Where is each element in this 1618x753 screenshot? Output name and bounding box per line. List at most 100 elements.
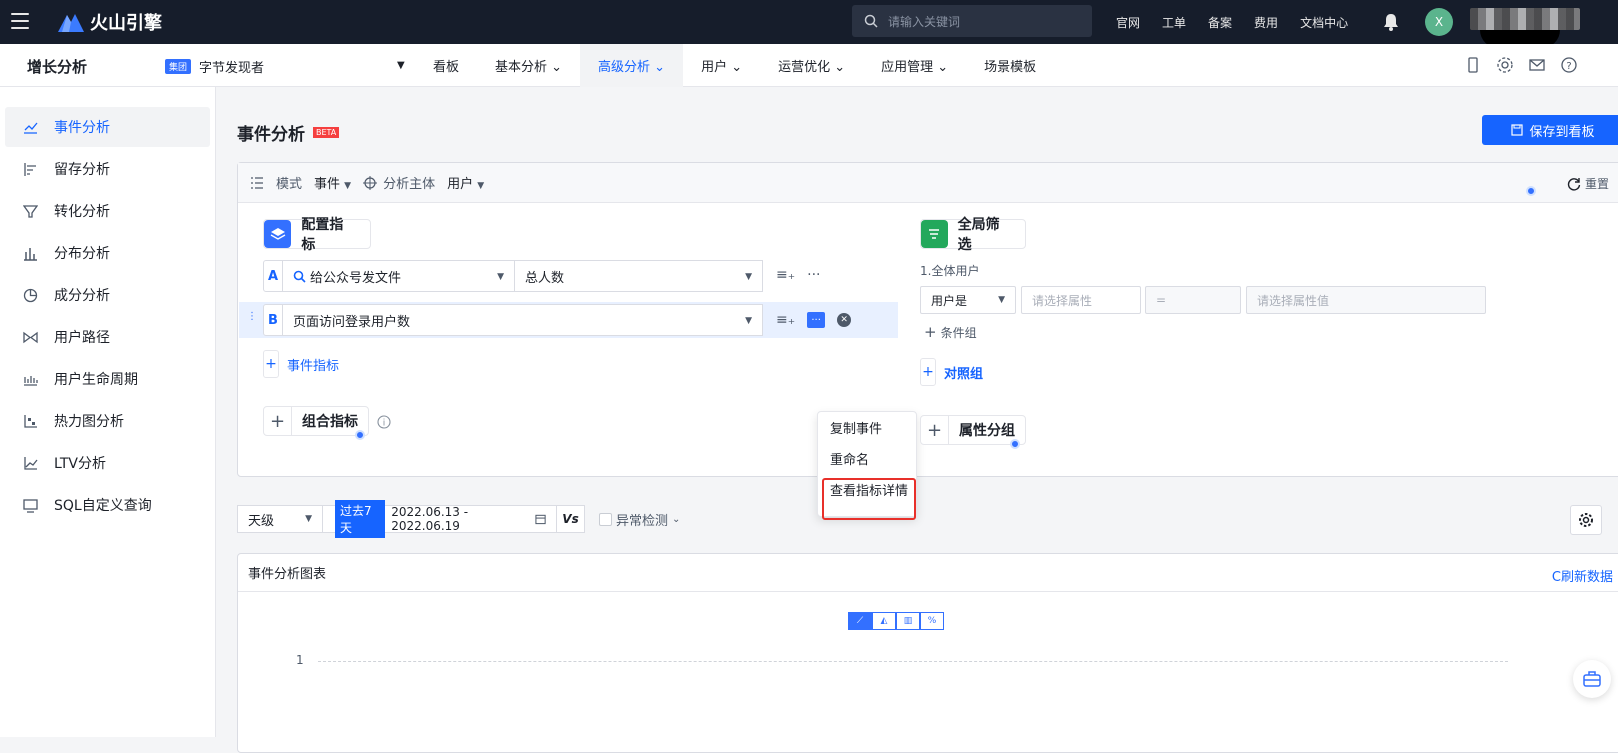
global-search-input[interactable]: 请输入关键词: [852, 5, 1092, 37]
sidebar-item-distribution[interactable]: 分布分析: [5, 233, 210, 273]
bell-icon[interactable]: [1383, 13, 1399, 31]
nav-basic-analysis[interactable]: 基本分析 ⌄: [477, 44, 580, 87]
caret-down-icon: ▼: [998, 295, 1005, 305]
caret-down-icon: ▼: [497, 272, 504, 282]
tour-hint-dot[interactable]: [1526, 186, 1536, 196]
sidebar-item-retention[interactable]: 留存分析: [5, 149, 210, 189]
anomaly-detection-toggle[interactable]: 异常检测 ⌄: [599, 510, 680, 529]
filter-value-select[interactable]: 请选择属性值: [1246, 286, 1486, 314]
caret-down-icon: ▼: [477, 181, 485, 191]
project-selector[interactable]: 集团 字节发现者: [165, 57, 264, 76]
sidebar-item-user-lifecycle[interactable]: 用户生命周期: [5, 359, 210, 399]
sidebar-item-heatmap[interactable]: 热力图分析: [5, 401, 210, 441]
caret-down-icon[interactable]: ▼: [397, 60, 405, 71]
mode-select[interactable]: 事件 ▼: [314, 173, 351, 192]
date-range-picker[interactable]: 过去7天 2022.06.13 - 2022.06.19: [323, 500, 557, 538]
search-icon: [864, 14, 878, 28]
caret-down-icon: ▼: [305, 514, 312, 524]
hamburger-menu-icon[interactable]: [11, 13, 29, 29]
sidebar-item-label: 用户生命周期: [54, 372, 138, 388]
bar-chart-icon[interactable]: ▥: [896, 612, 920, 630]
granularity-select[interactable]: 天级 ▼: [237, 505, 323, 533]
filter-add-icon[interactable]: ≡₊: [776, 312, 795, 328]
group-badge: 集团: [165, 59, 192, 74]
nav-operations[interactable]: 运营优化 ⌄: [760, 44, 863, 87]
heatmap-icon: [24, 414, 37, 428]
lifecycle-icon: [24, 375, 38, 386]
plus-icon: +: [264, 407, 292, 435]
nav-users[interactable]: 用户 ⌄: [683, 44, 760, 87]
save-to-dashboard-button[interactable]: 保存到看板: [1482, 115, 1618, 145]
sidebar-item-sql[interactable]: SQL自定义查询: [5, 485, 210, 525]
gear-icon: [1579, 513, 1593, 527]
tour-hint-dot[interactable]: [355, 430, 365, 440]
caret-down-icon: ▼: [745, 272, 752, 282]
link-official-site[interactable]: 官网: [1116, 14, 1140, 31]
more-icon[interactable]: ···: [807, 267, 820, 283]
range-tag: 过去7天: [335, 500, 386, 538]
compare-group-button[interactable]: + 对照组: [920, 358, 983, 386]
mail-icon[interactable]: [1528, 56, 1546, 74]
info-icon[interactable]: i: [377, 415, 391, 429]
combo-metric-button[interactable]: + 组合指标: [263, 406, 369, 436]
anomaly-checkbox[interactable]: [599, 512, 612, 526]
measure-name: 总人数: [525, 270, 565, 286]
link-filing[interactable]: 备案: [1208, 14, 1232, 31]
more-icon[interactable]: ···: [807, 312, 826, 328]
subject-select[interactable]: 用户 ▼: [447, 173, 484, 192]
refresh-icon: [1567, 177, 1581, 191]
layers-icon: [264, 220, 292, 248]
add-event-metric-label: 事件指标: [287, 358, 340, 374]
floating-assistant-button[interactable]: [1573, 660, 1611, 698]
chart-title: 事件分析图表: [248, 567, 327, 582]
chart-type-switcher: ⟋ ◭ ▥ %: [848, 612, 944, 630]
link-billing[interactable]: 费用: [1254, 14, 1278, 31]
close-icon[interactable]: ✕: [837, 313, 852, 327]
avatar[interactable]: X: [1425, 8, 1453, 36]
menu-item-rename[interactable]: 重命名: [818, 443, 916, 474]
event-select[interactable]: 页面访问登录用户数 ▼: [283, 304, 763, 336]
link-ticket[interactable]: 工单: [1162, 14, 1186, 31]
event-name: 页面访问登录用户数: [293, 314, 411, 330]
link-docs[interactable]: 文档中心: [1300, 14, 1348, 31]
area-chart-icon[interactable]: ◭: [872, 612, 896, 630]
add-event-metric-button[interactable]: + 事件指标: [263, 350, 339, 378]
line-chart-icon[interactable]: ⟋: [848, 612, 872, 630]
nav-scene-templates[interactable]: 场景模板: [966, 44, 1054, 87]
tour-hint-dot[interactable]: [1010, 439, 1020, 449]
menu-item-copy-event[interactable]: 复制事件: [818, 412, 916, 443]
sidebar-item-event-analysis[interactable]: 事件分析: [5, 107, 210, 147]
gear-icon[interactable]: [1496, 56, 1514, 74]
brand-logo[interactable]: 火山引擎: [58, 10, 162, 34]
event-select[interactable]: 给公众号发文件 ▼: [283, 260, 515, 292]
nav-dashboard[interactable]: 看板: [415, 44, 477, 87]
sidebar-item-ltv[interactable]: LTV分析: [5, 443, 210, 483]
nav-icons: ?: [1464, 56, 1578, 74]
brand-name: 火山引擎: [90, 13, 162, 34]
drag-handle-icon[interactable]: ⋮: [247, 311, 257, 322]
refresh-data-button[interactable]: C刷新数据: [1552, 566, 1613, 585]
line-chart-icon: [24, 122, 38, 134]
filter-operator-value: =: [1156, 293, 1167, 307]
chart-settings-button[interactable]: [1570, 505, 1602, 535]
sidebar-item-user-path[interactable]: 用户路径: [5, 317, 210, 357]
compare-vs-button[interactable]: Vs: [557, 505, 585, 533]
measure-select[interactable]: 总人数 ▼: [515, 260, 763, 292]
reset-button[interactable]: 重置: [1567, 175, 1609, 192]
filter-operator-select[interactable]: =: [1145, 286, 1241, 314]
left-sidebar: 事件分析 留存分析 转化分析 分布分析 成分分析 用户路径 用户生命周期 热力图…: [0, 87, 216, 737]
filter-user-select[interactable]: 用户是 ▼: [920, 286, 1016, 314]
filter-attribute-select[interactable]: 请选择属性: [1021, 286, 1141, 314]
add-condition-group-button[interactable]: + 条件组: [924, 323, 977, 341]
bar-chart-icon: [24, 247, 37, 261]
mobile-icon[interactable]: [1464, 56, 1482, 74]
filter-add-icon[interactable]: ≡₊: [776, 267, 795, 283]
percent-icon[interactable]: %: [920, 612, 944, 630]
nav-app-management[interactable]: 应用管理 ⌄: [863, 44, 966, 87]
nav-advanced-analysis[interactable]: 高级分析 ⌄: [580, 44, 684, 87]
page-title: 事件分析 BETA: [237, 120, 340, 145]
sidebar-item-conversion[interactable]: 转化分析: [5, 191, 210, 231]
sidebar-item-composition[interactable]: 成分分析: [5, 275, 210, 315]
svg-text:?: ?: [1566, 61, 1571, 72]
help-icon[interactable]: ?: [1560, 56, 1578, 74]
